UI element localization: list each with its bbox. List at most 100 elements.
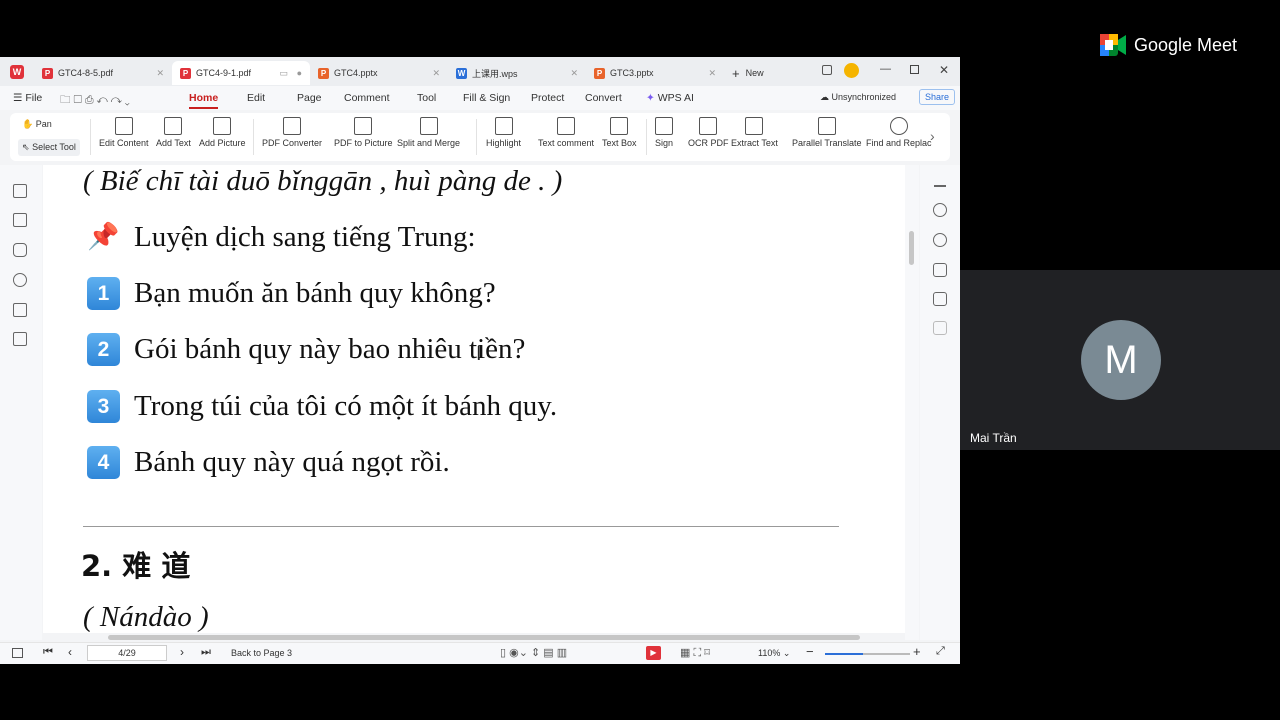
status-bar: ⏮ ‹ 4/29 › ⏭ Back to Page 3 ▯ ◉⌄ ⇕ ▤ ▥ ▶… [0,642,960,664]
window-close-icon[interactable]: ✕ [939,63,949,77]
search-icon[interactable] [933,203,947,217]
scroll-thumb[interactable] [909,231,914,265]
zoom-level[interactable]: 110% ⌄ [758,648,790,659]
text-box-button[interactable]: Text Box [602,117,637,148]
thumbnail-icon[interactable] [13,213,27,227]
pinyin-line: ( Biế chī tài duō bǐnggān , huì pàng de … [83,165,563,197]
pdf-converter-button[interactable]: PDF Converter [262,117,322,148]
settings-sliders-icon[interactable] [933,263,947,277]
sparkle-icon: ✦ [646,92,655,104]
view-mode-icons[interactable]: ▯ ◉⌄ ⇕ ▤ ▥ [500,646,567,659]
text-box-icon [610,117,629,135]
quick-access-icons[interactable]: 🗀 ▢ ⎙ ↶ ↷ ⌄ [60,92,130,110]
tab-bar: W P GTC4-8-5.pdf ✕ P GTC4-9-1.pdf ▭ ● P GTC4.p… [0,57,960,86]
wps-logo-icon[interactable]: W [0,64,34,79]
next-page-icon[interactable]: › [180,645,184,659]
layers-icon[interactable] [13,332,27,346]
page-number-input[interactable]: 4/29 [87,645,167,661]
ocr-pdf-button[interactable]: OCR PDF [688,117,729,148]
pdf-page[interactable]: ( Biế chī tài duō bǐnggān , huì pàng de … [43,165,905,633]
menu-edit[interactable]: Edit [247,92,265,104]
grid-icon[interactable] [933,321,947,335]
participant-name: Mai Trần [970,431,1017,445]
menu-bar: ☰ File 🗀 ▢ ⎙ ↶ ↷ ⌄ Home Edit Page Commen… [0,86,960,110]
back-to-page-link[interactable]: Back to Page 3 [231,648,292,658]
section-pinyin: ( Nándào ) [83,601,209,633]
menu-protect[interactable]: Protect [531,92,564,104]
share-button[interactable]: Share [919,89,956,105]
user-avatar-icon[interactable] [844,63,859,78]
tab-gtc4-8-5[interactable]: P GTC4-8-5.pdf ✕ [34,61,172,85]
menu-page[interactable]: Page [297,92,322,104]
close-icon[interactable]: ✕ [156,68,164,79]
sign-button[interactable]: Sign [655,117,673,148]
find-replace-button[interactable]: Find and Replac [866,117,932,148]
read-mode-icon[interactable] [933,292,947,306]
keycap-3-icon: 3 [87,390,120,423]
pdf-to-picture-button[interactable]: PDF to Picture [334,117,393,148]
restore-tabs-icon[interactable] [822,65,832,75]
minimize-icon[interactable]: — [880,63,891,75]
extract-text-button[interactable]: Extract Text [731,117,778,148]
exercise-item-4: Bánh quy này quá ngọt rồi. [134,446,450,478]
sync-status[interactable]: ☁ Unsynchronized [820,92,896,103]
right-sidebar [920,165,960,640]
sidebar-toggle-icon[interactable] [12,648,23,658]
horizontal-scrollbar[interactable] [48,634,903,641]
attachment-icon[interactable] [13,273,27,287]
parallel-translate-button[interactable]: Parallel Translate [792,117,862,148]
zoom-in-icon[interactable]: + [913,644,921,659]
help-icon[interactable] [933,233,947,247]
cloud-icon: ☁ [820,92,829,102]
avatar: M [1081,320,1161,400]
fullscreen-icon[interactable]: ⤢ [936,645,945,658]
tab-wps-doc[interactable]: W 上课用.wps ✕ [448,61,586,85]
bookmark-icon[interactable] [13,184,27,198]
maximize-icon[interactable] [910,65,919,74]
play-icon[interactable]: ▶ [646,646,661,660]
section-heading: 2. 难 道 [81,549,191,583]
zoom-out-icon[interactable]: − [806,644,814,659]
file-menu[interactable]: ☰ File [13,92,42,104]
google-meet-logo: Google Meet [1100,34,1237,56]
text-comment-button[interactable]: Text comment [538,117,594,148]
menu-fill-sign[interactable]: Fill & Sign [463,92,510,104]
close-icon[interactable]: ✕ [708,68,716,79]
split-merge-button[interactable]: Split and Merge [397,117,460,148]
menu-wps-ai[interactable]: ✦ WPS AI [646,92,694,104]
exercise-item-3: Trong túi của tôi có một ít bánh quy. [134,390,558,422]
modified-dot-icon: ● [296,68,302,78]
sign-icon [655,117,673,135]
add-text-button[interactable]: Add Text [156,117,191,148]
add-picture-icon [213,117,232,135]
chevron-right-icon[interactable]: › [930,128,935,144]
collapse-icon[interactable] [934,185,946,187]
pdf-icon: P [42,67,53,79]
signature-icon[interactable] [13,303,27,317]
zoom-slider[interactable] [825,653,910,655]
h-scroll-thumb[interactable] [108,635,860,640]
fit-icons[interactable]: ▦ ⛶ ⌑ [680,646,710,660]
menu-convert[interactable]: Convert [585,92,622,104]
new-tab-button[interactable]: + New [724,61,784,85]
close-icon[interactable]: ✕ [570,68,578,79]
edit-content-button[interactable]: Edit Content [99,117,149,148]
plus-icon: + [732,65,740,81]
exercise-item-1: Bạn muốn ăn bánh quy không? [134,277,496,309]
tab-gtc4-9-1[interactable]: P GTC4-9-1.pdf ▭ ● [172,61,310,85]
close-icon[interactable]: ✕ [432,68,440,79]
last-page-icon[interactable]: ⏭ [201,646,211,659]
prev-page-icon[interactable]: ‹ [68,645,72,659]
vertical-scrollbar[interactable] [905,165,919,640]
highlight-button[interactable]: Highlight [486,117,521,148]
menu-comment[interactable]: Comment [344,92,390,104]
comment-icon[interactable] [13,243,27,257]
tab-gtc3-pptx[interactable]: P GTC3.pptx ✕ [586,61,724,85]
add-picture-button[interactable]: Add Picture [199,117,246,148]
first-page-icon[interactable]: ⏮ [43,646,53,659]
tab-gtc4-pptx[interactable]: P GTC4.pptx ✕ [310,61,448,85]
pan-tool[interactable]: ✋ Pan [22,119,52,130]
menu-tool[interactable]: Tool [417,92,436,104]
select-tool[interactable]: ⇖ Select Tool [18,139,80,156]
menu-home[interactable]: Home [189,92,219,109]
